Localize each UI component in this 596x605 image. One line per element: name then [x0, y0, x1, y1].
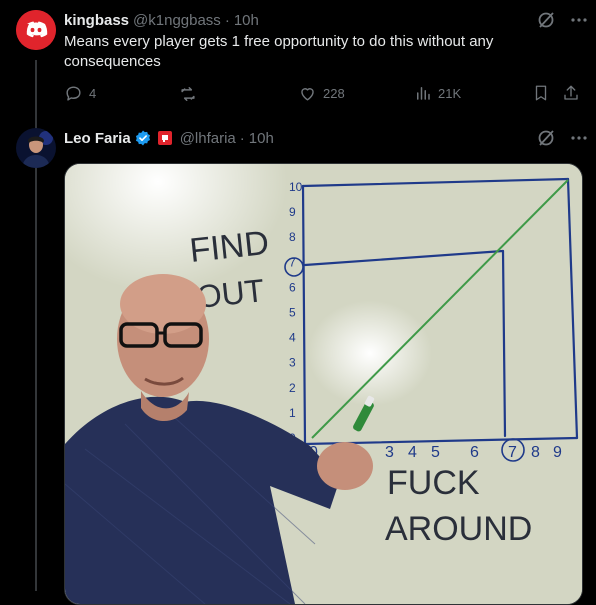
handle[interactable]: @lhfaria — [180, 130, 236, 147]
bookmark-button[interactable] — [532, 84, 550, 102]
user-photo-icon — [16, 128, 56, 168]
reply-icon — [66, 86, 81, 101]
timestamp[interactable]: 10h — [234, 12, 259, 29]
whiteboard-x-tick: 3 — [385, 444, 394, 461]
like-icon — [301, 88, 314, 101]
whiteboard-x-tick: 7 — [508, 444, 517, 461]
whiteboard-label-fuck: FUCK — [387, 464, 480, 502]
views-count: 21K — [438, 85, 462, 101]
avatar[interactable] — [16, 10, 56, 50]
whiteboard-x-tick: 5 — [431, 444, 440, 461]
tweet-actions-bar: 4 228 21K — [60, 84, 586, 106]
verified-badge-icon — [134, 129, 152, 147]
share-icon — [564, 85, 578, 100]
whiteboard-x-tick: 9 — [553, 444, 562, 461]
grok-icon[interactable] — [536, 128, 556, 148]
display-name[interactable]: kingbass — [64, 12, 129, 29]
views-button[interactable]: 21K — [414, 84, 461, 102]
tweet-kingbass[interactable]: kingbass @k1nggbass · 10h Means every pl… — [0, 0, 596, 120]
whiteboard-y-tick: 1 — [289, 406, 296, 420]
whiteboard-y-tick: 2 — [289, 381, 296, 395]
handle[interactable]: @k1nggbass — [133, 12, 221, 29]
separator: · — [224, 11, 230, 29]
whiteboard-label-out: OUT — [195, 272, 266, 315]
whiteboard-label-around: AROUND — [385, 510, 532, 548]
like-count: 228 — [323, 86, 345, 101]
whiteboard-y-tick: 10 — [289, 180, 303, 194]
timestamp[interactable]: 10h — [249, 130, 274, 147]
affiliation-badge-icon[interactable] — [157, 131, 172, 145]
discord-logo-icon — [16, 10, 56, 50]
tweet-header: Leo Faria @lhfaria · 10h — [64, 128, 274, 148]
whiteboard-y-tick: 6 — [289, 280, 296, 294]
whiteboard-x-tick: 6 — [470, 444, 479, 461]
grok-icon[interactable] — [536, 10, 556, 30]
separator: · — [239, 129, 245, 147]
reply-count: 4 — [89, 86, 97, 101]
whiteboard-y-tick: 4 — [289, 331, 296, 345]
like-button[interactable]: 228 — [298, 84, 345, 103]
whiteboard-y-tick: 9 — [289, 205, 296, 219]
reply-button[interactable]: 4 — [64, 84, 96, 103]
repost-icon — [181, 87, 195, 101]
tweet-text: Means every player gets 1 free opportuni… — [64, 33, 494, 70]
more-icon[interactable] — [570, 129, 588, 147]
repost-button[interactable] — [178, 84, 204, 104]
whiteboard-y-tick: 5 — [289, 306, 296, 320]
tweet-top-actions — [536, 128, 588, 148]
more-icon[interactable] — [570, 11, 588, 29]
whiteboard-photo: FIND OUT FUCK AROUND 109876543210 034567… — [65, 164, 582, 604]
whiteboard-x-tick: 4 — [408, 444, 417, 461]
tweet-header: kingbass @k1nggbass · 10h — [64, 10, 259, 30]
views-icon — [417, 87, 430, 100]
share-button[interactable] — [562, 84, 580, 102]
avatar[interactable] — [16, 128, 56, 168]
whiteboard-y-tick: 3 — [289, 356, 296, 370]
whiteboard-y-tick: 8 — [289, 230, 296, 244]
tweet-media-photo[interactable]: FIND OUT FUCK AROUND 109876543210 034567… — [64, 163, 583, 605]
bookmark-icon — [535, 85, 547, 101]
whiteboard-x-tick: 8 — [531, 444, 540, 461]
tweet-top-actions — [536, 10, 588, 30]
display-name[interactable]: Leo Faria — [64, 130, 131, 147]
